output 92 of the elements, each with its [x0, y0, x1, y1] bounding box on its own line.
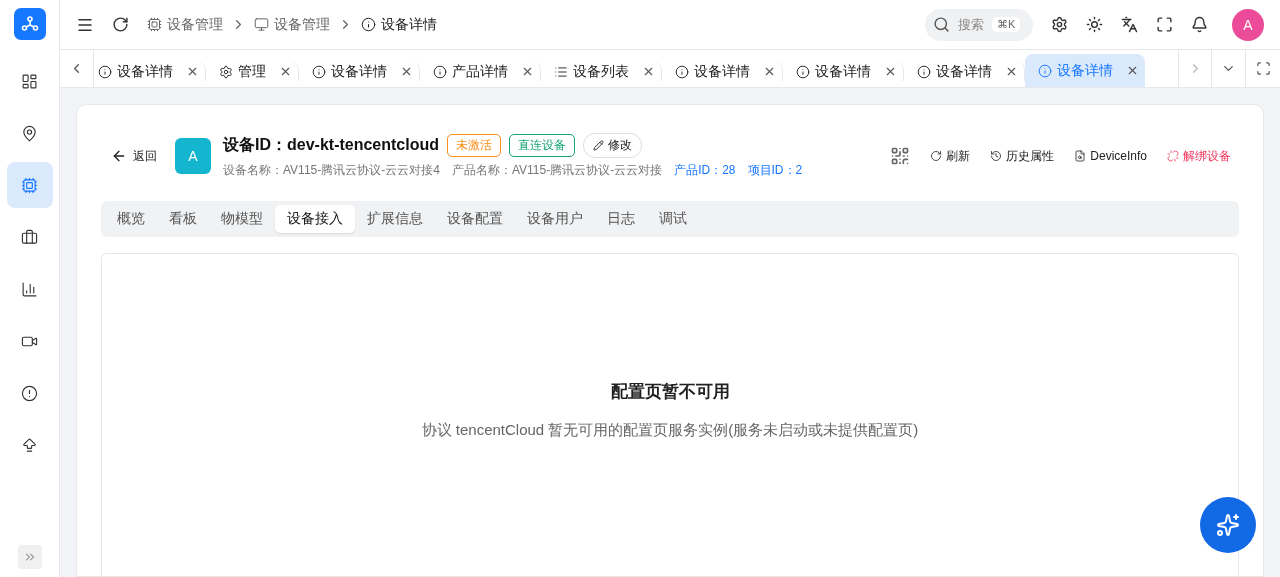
info-icon	[675, 64, 689, 79]
edit-button[interactable]: 修改	[583, 133, 642, 158]
device-title: 设备ID：dev-kt-tencentcloud	[223, 135, 439, 155]
detail-tab[interactable]: 设备配置	[435, 205, 515, 233]
detail-tab[interactable]: 物模型	[209, 205, 275, 233]
app-logo[interactable]	[13, 8, 46, 40]
theme-button[interactable]	[1086, 16, 1103, 33]
detail-tab[interactable]: 扩展信息	[355, 205, 435, 233]
history-icon	[990, 150, 1003, 162]
translate-icon	[1121, 16, 1138, 33]
info-icon	[312, 64, 326, 79]
info-icon	[1038, 63, 1052, 78]
pencil-icon	[593, 140, 604, 151]
qr-code-button[interactable]	[890, 146, 911, 166]
empty-title: 配置页暂不可用	[610, 381, 730, 403]
map-pin-icon	[21, 124, 38, 142]
scan-frame-icon	[1255, 61, 1271, 76]
meta-link[interactable]: 产品ID：28	[674, 162, 736, 179]
breadcrumb-item[interactable]: 设备管理	[274, 15, 330, 34]
monitor-icon	[254, 17, 269, 32]
page-tab[interactable]: 设备详情	[94, 62, 206, 81]
detail-tab[interactable]: 设备接入	[275, 205, 355, 233]
close-icon	[400, 65, 413, 78]
close-icon	[521, 65, 534, 78]
info-icon	[433, 64, 447, 79]
chip-icon	[147, 17, 162, 32]
settings-button[interactable]	[1051, 16, 1068, 33]
close-icon	[186, 65, 199, 78]
close-icon	[279, 65, 292, 78]
chip-icon	[21, 176, 38, 194]
search-placeholder: 搜索	[958, 15, 984, 34]
back-button[interactable]: 返回	[111, 147, 157, 165]
sun-icon	[1086, 16, 1103, 33]
close-icon	[1005, 65, 1018, 78]
detail-tab[interactable]: 看板	[157, 205, 209, 233]
action-button[interactable]: 刷新	[930, 147, 971, 165]
settings-icon	[219, 64, 233, 79]
file-search-icon	[1074, 150, 1087, 162]
info-icon	[796, 64, 810, 79]
search-field[interactable]: 搜索 ⌘K	[925, 8, 1033, 41]
page-tab[interactable]: 设备详情	[662, 62, 783, 81]
breadcrumb-item[interactable]: 设备管理	[167, 15, 223, 34]
user-avatar[interactable]: A	[1232, 8, 1264, 41]
fullscreen-button[interactable]	[1156, 16, 1173, 33]
page-tab[interactable]: 设备详情	[1025, 54, 1145, 87]
action-button[interactable]: DeviceInfo	[1074, 149, 1147, 163]
detail-tab[interactable]: 概览	[105, 205, 157, 233]
qr-code-icon	[890, 146, 911, 166]
detail-tab[interactable]: 调试	[647, 205, 699, 233]
page-tab[interactable]: 管理	[206, 62, 299, 81]
upload-arrow-icon	[21, 436, 38, 454]
device-avatar: A	[175, 138, 211, 174]
list-icon	[554, 64, 568, 79]
info-icon	[917, 64, 931, 79]
close-icon	[642, 65, 655, 78]
unlink-icon	[1167, 150, 1179, 162]
search-icon	[933, 16, 950, 33]
refresh-button[interactable]	[112, 16, 129, 33]
page-tab[interactable]: 产品详情	[420, 62, 541, 81]
sparkles-icon	[1216, 513, 1240, 537]
empty-message: 协议 tencentCloud 暂无可用的配置页服务实例(服务未启动或未提供配置页)	[421, 421, 919, 440]
bell-icon	[1191, 16, 1208, 33]
close-icon	[884, 65, 897, 78]
action-button[interactable]: 历史属性	[990, 147, 1055, 165]
refresh-icon	[930, 150, 943, 162]
page-tab[interactable]: 设备列表	[541, 62, 662, 81]
detail-tab[interactable]: 日志	[595, 205, 647, 233]
shortcut-key: ⌘K	[992, 17, 1021, 32]
detail-tab[interactable]: 设备用户	[515, 205, 595, 233]
page-tab[interactable]: 设备详情	[299, 62, 420, 81]
breadcrumb-item[interactable]: 设备详情	[381, 15, 437, 34]
dashboard-icon	[21, 72, 38, 90]
close-icon	[1126, 64, 1139, 77]
info-icon	[98, 64, 112, 79]
meta-text: 设备名称：AV115-腾讯云协议-云云对接4	[223, 162, 440, 179]
notifications-button[interactable]	[1191, 16, 1208, 33]
refresh-icon	[112, 16, 129, 33]
briefcase-icon	[21, 228, 38, 246]
close-icon	[763, 65, 776, 78]
page-tab[interactable]: 设备详情	[783, 62, 904, 81]
info-icon	[361, 17, 376, 32]
bar-chart-icon	[21, 280, 38, 298]
status-badge: 直连设备	[509, 134, 575, 157]
action-button[interactable]: 解绑设备	[1167, 147, 1231, 165]
fullscreen-icon	[1156, 16, 1173, 33]
settings-icon	[1051, 16, 1068, 33]
arrow-left-icon	[111, 148, 127, 164]
alert-icon	[21, 384, 38, 402]
status-badge: 未激活	[447, 134, 501, 157]
meta-text: 产品名称：AV115-腾讯云协议-云云对接	[451, 162, 663, 179]
meta-link[interactable]: 项目ID：2	[747, 162, 803, 179]
language-button[interactable]	[1121, 16, 1138, 33]
